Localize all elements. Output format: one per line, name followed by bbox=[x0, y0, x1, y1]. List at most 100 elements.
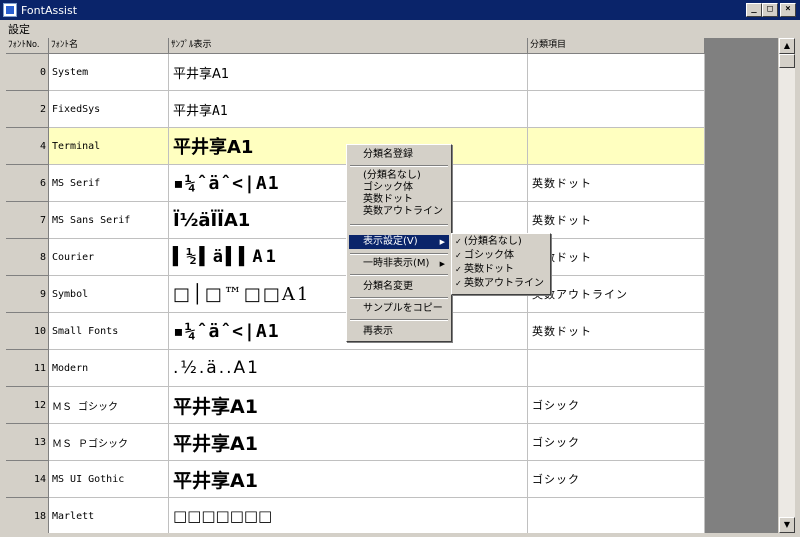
submenu-item-gothic[interactable]: ✓ ゴシック体 bbox=[454, 250, 548, 262]
submenu-item-label: 英数ドット bbox=[464, 264, 514, 275]
font-name: MS UI Gothic bbox=[49, 461, 169, 498]
font-no: 8 bbox=[6, 239, 49, 276]
scroll-thumb[interactable] bbox=[779, 54, 795, 68]
scroll-down-icon[interactable]: ▼ bbox=[779, 517, 795, 533]
font-sample: 平井享A1 bbox=[169, 91, 528, 128]
font-no: 4 bbox=[6, 128, 49, 165]
font-no: 14 bbox=[6, 461, 49, 498]
maximize-button[interactable]: □ bbox=[762, 3, 778, 17]
table-row[interactable]: 0 System 平井享A1 bbox=[6, 54, 705, 91]
header-font-no[interactable]: ﾌｫﾝﾄNo. bbox=[6, 38, 49, 54]
empty-area bbox=[705, 38, 778, 533]
font-sample: 平井享A1 bbox=[169, 461, 528, 498]
menu-display-settings-label: 表示設定(V) bbox=[363, 236, 418, 247]
font-category bbox=[528, 498, 705, 533]
app-window: FontAssist _ □ × 設定 ﾌｫﾝﾄNo. ﾌｫﾝﾄ名 ｻﾝﾌﾟﾙ表… bbox=[0, 0, 800, 537]
font-category: ゴシック bbox=[528, 424, 705, 461]
submenu-item-label: (分類名なし) bbox=[464, 236, 522, 247]
font-category: 英数ドット bbox=[528, 239, 705, 276]
font-name: ＭＳ Ｐゴシック bbox=[49, 424, 169, 461]
window-title: FontAssist bbox=[21, 3, 78, 17]
font-no: 13 bbox=[6, 424, 49, 461]
font-category: ゴシック bbox=[528, 387, 705, 424]
minimize-button[interactable]: _ bbox=[746, 3, 762, 17]
menu-separator bbox=[350, 253, 448, 255]
font-category: 英数ドット bbox=[528, 202, 705, 239]
table-row[interactable]: 14 MS UI Gothic 平井享A1 ゴシック bbox=[6, 461, 705, 498]
font-no: 12 bbox=[6, 387, 49, 424]
menu-display-settings[interactable]: 表示設定(V) ▶ bbox=[349, 235, 449, 249]
submenu-item-none[interactable]: ✓ (分類名なし) bbox=[454, 236, 548, 248]
scroll-up-icon[interactable]: ▲ bbox=[779, 38, 795, 54]
menu-category-gothic[interactable]: ゴシック体 bbox=[349, 182, 449, 194]
table-row[interactable]: 12 ＭＳ ゴシック 平井享A1 ゴシック bbox=[6, 387, 705, 424]
menu-copy-sample[interactable]: サンプルをコピー bbox=[349, 303, 449, 315]
font-sample: .½.ä..A1 bbox=[169, 350, 528, 387]
menu-rename-category[interactable]: 分類名変更 bbox=[349, 281, 449, 293]
header-sample[interactable]: ｻﾝﾌﾟﾙ表示 bbox=[169, 38, 528, 54]
font-category bbox=[528, 54, 705, 91]
font-no: 0 bbox=[6, 54, 49, 91]
check-icon: ✓ bbox=[455, 279, 462, 288]
vertical-scrollbar[interactable]: ▲ ▼ bbox=[779, 38, 795, 533]
table-row[interactable]: 11 Modern .½.ä..A1 bbox=[6, 350, 705, 387]
font-sample: 平井享A1 bbox=[169, 54, 528, 91]
font-name: Modern bbox=[49, 350, 169, 387]
menu-register-category[interactable]: 分類名登録 bbox=[349, 149, 449, 161]
submenu-arrow-icon: ▶ bbox=[439, 260, 445, 268]
font-name: Symbol bbox=[49, 276, 169, 313]
font-no: 9 bbox=[6, 276, 49, 313]
font-name: Small Fonts bbox=[49, 313, 169, 350]
submenu-item-label: ゴシック体 bbox=[464, 250, 514, 261]
font-category bbox=[528, 350, 705, 387]
font-no: 7 bbox=[6, 202, 49, 239]
submenu-item-label: 英数アウトライン bbox=[464, 278, 544, 289]
context-menu: 分類名登録 (分類名なし) ゴシック体 英数ドット 英数アウトライン 表示設定(… bbox=[346, 144, 452, 342]
font-sample: 平井享A1 bbox=[169, 387, 528, 424]
font-name: ＭＳ ゴシック bbox=[49, 387, 169, 424]
submenu-item-eisu-dot[interactable]: ✓ 英数ドット bbox=[454, 264, 548, 276]
menu-category-none[interactable]: (分類名なし) bbox=[349, 170, 449, 182]
menu-separator bbox=[350, 297, 448, 299]
font-category: ゴシック bbox=[528, 461, 705, 498]
table-row[interactable]: 13 ＭＳ Ｐゴシック 平井享A1 ゴシック bbox=[6, 424, 705, 461]
menu-bar: 設定 bbox=[0, 20, 800, 38]
font-category: 英数アウトライン bbox=[528, 276, 705, 313]
table-row[interactable]: 18 Marlett □□□□□□□ bbox=[6, 498, 705, 533]
check-icon: ✓ bbox=[455, 251, 462, 260]
menu-redisplay[interactable]: 再表示 bbox=[349, 326, 449, 338]
table-row[interactable]: 2 FixedSys 平井享A1 bbox=[6, 91, 705, 128]
font-no: 10 bbox=[6, 313, 49, 350]
title-bar: FontAssist _ □ × bbox=[0, 0, 800, 20]
grid-header: ﾌｫﾝﾄNo. ﾌｫﾝﾄ名 ｻﾝﾌﾟﾙ表示 分類項目 bbox=[6, 38, 705, 54]
close-button[interactable]: × bbox=[780, 3, 796, 17]
menu-category-eisu-outline[interactable]: 英数アウトライン bbox=[349, 206, 449, 218]
font-no: 18 bbox=[6, 498, 49, 533]
font-no: 2 bbox=[6, 91, 49, 128]
menu-category-eisu-dot[interactable]: 英数ドット bbox=[349, 194, 449, 206]
check-icon: ✓ bbox=[455, 237, 462, 246]
menu-separator bbox=[350, 274, 448, 276]
font-sample: 平井享A1 bbox=[169, 424, 528, 461]
menu-temp-hide-label: 一時非表示(M) bbox=[363, 258, 430, 269]
menu-separator bbox=[350, 224, 448, 226]
font-category: 英数ドット bbox=[528, 165, 705, 202]
header-category[interactable]: 分類項目 bbox=[528, 38, 705, 54]
font-name: Courier bbox=[49, 239, 169, 276]
font-category bbox=[528, 128, 705, 165]
font-no: 6 bbox=[6, 165, 49, 202]
header-font-name[interactable]: ﾌｫﾝﾄ名 bbox=[49, 38, 169, 54]
menu-separator bbox=[350, 165, 448, 167]
submenu-item-eisu-outline[interactable]: ✓ 英数アウトライン bbox=[454, 278, 548, 290]
submenu-arrow-icon: ▶ bbox=[439, 238, 445, 246]
check-icon: ✓ bbox=[455, 265, 462, 274]
menu-temp-hide[interactable]: 一時非表示(M) ▶ bbox=[349, 258, 449, 270]
app-icon bbox=[3, 3, 17, 17]
font-no: 11 bbox=[6, 350, 49, 387]
font-name: FixedSys bbox=[49, 91, 169, 128]
window-frame bbox=[0, 533, 800, 537]
display-settings-submenu: ✓ (分類名なし) ✓ ゴシック体 ✓ 英数ドット ✓ 英数アウトライン bbox=[451, 233, 551, 295]
menu-separator bbox=[350, 319, 448, 321]
font-name: System bbox=[49, 54, 169, 91]
menu-settings[interactable]: 設定 bbox=[0, 21, 36, 37]
